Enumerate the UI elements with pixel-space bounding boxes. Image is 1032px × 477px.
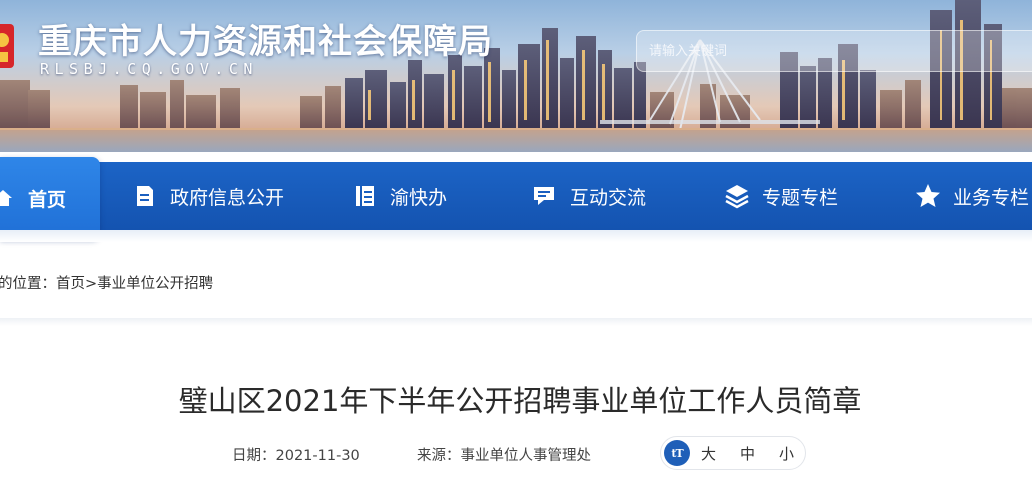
nav-label-business: 业务专栏 xyxy=(953,186,1030,209)
nav-home[interactable]: 首页 xyxy=(0,157,100,239)
site-title: 重庆市人力资源和社会保障局 xyxy=(38,22,493,62)
breadcrumb: 的位置：首页>事业单位公开招聘 xyxy=(0,272,213,293)
article-source: 来源：事业单位人事管理处 xyxy=(417,444,591,465)
document-icon xyxy=(132,183,158,209)
section-divider xyxy=(0,318,1032,326)
nav-strip: 首页 政府信息公开 渝快办 互动交流 专题专栏 业务专栏 xyxy=(0,157,1032,239)
nav-label-interaction: 互动交流 xyxy=(570,186,647,209)
nav-topics[interactable]: 专题专栏 xyxy=(724,162,838,230)
date-value: 2021-11-30 xyxy=(275,448,360,464)
article-date: 日期：2021-11-30 xyxy=(232,444,360,465)
site-domain: RLSBJ.CQ.GOV.CN xyxy=(40,60,258,78)
breadcrumb-separator: > xyxy=(85,276,98,292)
bureau-logo-icon xyxy=(0,24,14,68)
nav-label-topics: 专题专栏 xyxy=(762,186,839,209)
layers-icon xyxy=(724,183,750,209)
source-label: 来源： xyxy=(417,448,461,464)
breadcrumb-prefix: 的位置： xyxy=(0,276,56,292)
article-title: 璧山区2021年下半年公开招聘事业单位工作人员简章 xyxy=(178,384,862,418)
header-banner: 重庆市人力资源和社会保障局 RLSBJ.CQ.GOV.CN xyxy=(0,0,1032,152)
list-book-icon xyxy=(352,183,378,209)
nav-gov-info[interactable]: 政府信息公开 xyxy=(132,162,284,230)
nav-shadow xyxy=(0,230,1032,242)
font-size-control: tT 大 中 小 xyxy=(660,436,806,470)
nav-label-yukuaiban: 渝快办 xyxy=(390,186,448,209)
nav-business[interactable]: 业务专栏 xyxy=(915,162,1029,230)
font-size-small-button[interactable]: 小 xyxy=(779,443,794,464)
date-label: 日期： xyxy=(232,448,276,464)
source-value: 事业单位人事管理处 xyxy=(460,448,592,464)
search-input[interactable] xyxy=(636,30,1032,72)
chat-icon xyxy=(532,183,558,209)
nav-yukuaiban[interactable]: 渝快办 xyxy=(352,162,447,230)
main-navbar: 首页 政府信息公开 渝快办 互动交流 专题专栏 业务专栏 xyxy=(0,152,1032,242)
breadcrumb-home-link[interactable]: 首页 xyxy=(56,276,85,292)
font-size-large-button[interactable]: 大 xyxy=(701,443,716,464)
font-size-medium-button[interactable]: 中 xyxy=(740,443,755,464)
nav-label-home: 首页 xyxy=(28,188,67,211)
nav-interaction[interactable]: 互动交流 xyxy=(532,162,646,230)
star-icon xyxy=(915,183,941,209)
font-size-icon: tT xyxy=(664,440,690,466)
home-icon xyxy=(0,185,16,211)
breadcrumb-current-link[interactable]: 事业单位公开招聘 xyxy=(97,276,213,292)
nav-label-gov-info: 政府信息公开 xyxy=(170,186,285,209)
